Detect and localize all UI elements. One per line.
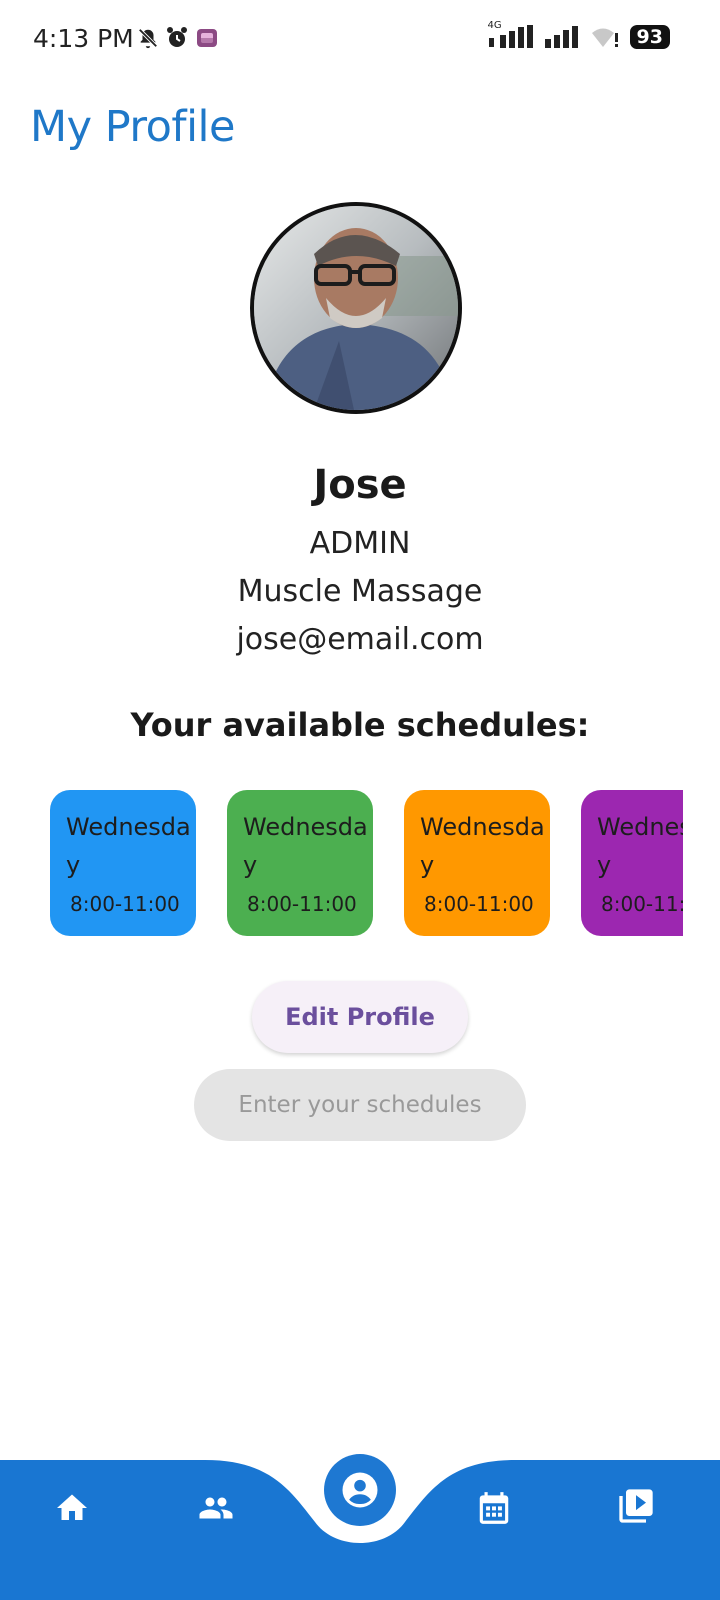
schedule-card[interactable]: Wednesday 8:00-11:00 xyxy=(404,790,550,936)
schedules-heading: Your available schedules: xyxy=(130,706,590,744)
schedule-time: 8:00-11:00 xyxy=(601,892,683,916)
nav-people[interactable] xyxy=(186,1478,246,1538)
status-time: 4:13 PM xyxy=(33,24,134,53)
schedule-list[interactable]: Wednesday 8:00-11:00 Wednesday 8:00-11:0… xyxy=(50,790,683,938)
calendar-icon xyxy=(479,1492,509,1524)
status-right-icons: 4G 93 xyxy=(488,20,670,50)
signal-icon xyxy=(544,26,578,48)
nav-videos[interactable] xyxy=(606,1476,666,1536)
mute-icon xyxy=(138,28,158,49)
battery-icon: 93 xyxy=(629,25,670,49)
schedule-day: Wednesday xyxy=(597,813,683,879)
schedule-day: Wednesday xyxy=(66,813,191,879)
alarm-icon xyxy=(167,27,187,47)
people-icon xyxy=(199,1497,233,1519)
nav-profile-active[interactable] xyxy=(324,1454,396,1526)
wifi-icon xyxy=(591,28,618,47)
profile-role: ADMIN xyxy=(309,526,411,561)
page-title: My Profile xyxy=(30,102,235,152)
schedule-day: Wednesday xyxy=(243,813,368,879)
profile-name: Jose xyxy=(313,462,407,508)
schedule-card[interactable]: Wednesday 8:00-11:00 xyxy=(581,790,683,936)
profile-specialty: Muscle Massage xyxy=(237,574,483,609)
schedule-day: Wednesday xyxy=(420,813,545,879)
profile-email: jose@email.com xyxy=(236,622,484,657)
signal-icon: 4G xyxy=(488,20,534,50)
status-bar: 4:13 PM 4G 93 xyxy=(0,0,720,80)
status-left-icons xyxy=(137,26,219,50)
enter-schedules-button[interactable]: Enter your schedules xyxy=(194,1069,526,1141)
schedule-card[interactable]: Wednesday 8:00-11:00 xyxy=(50,790,196,936)
schedule-time: 8:00-11:00 xyxy=(247,892,357,916)
nav-home[interactable] xyxy=(42,1478,102,1538)
video-library-icon xyxy=(619,1489,653,1523)
avatar[interactable] xyxy=(250,202,462,414)
home-icon xyxy=(57,1494,87,1520)
schedule-card[interactable]: Wednesday 8:00-11:00 xyxy=(227,790,373,936)
nav-calendar[interactable] xyxy=(464,1478,524,1538)
schedule-time: 8:00-11:00 xyxy=(424,892,534,916)
profile-icon xyxy=(342,1472,378,1508)
schedule-time: 8:00-11:00 xyxy=(70,892,180,916)
app-notification-icon xyxy=(197,29,217,47)
edit-profile-button[interactable]: Edit Profile xyxy=(252,981,468,1053)
